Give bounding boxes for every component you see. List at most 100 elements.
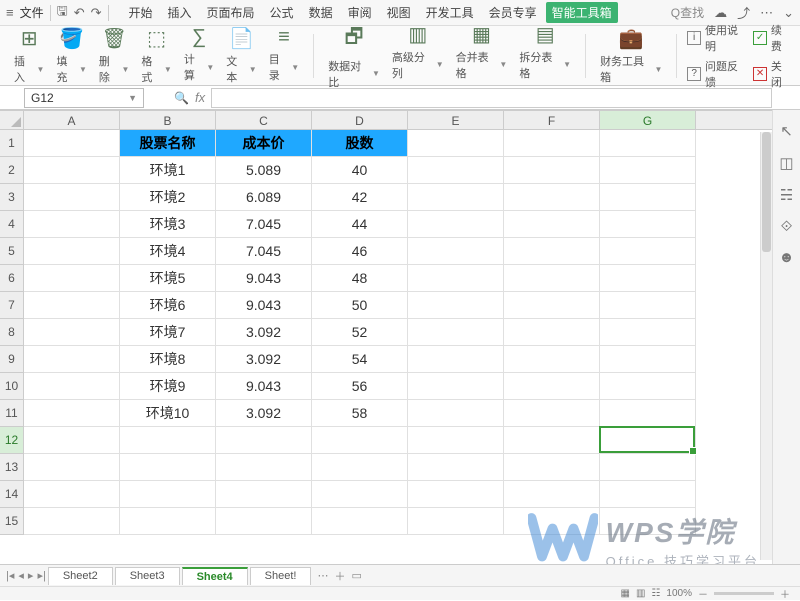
cell-D3[interactable]: 42 — [312, 184, 408, 211]
cell-A14[interactable] — [24, 481, 120, 508]
cell-E13[interactable] — [408, 454, 504, 481]
cell-F9[interactable] — [504, 346, 600, 373]
cell-B1[interactable]: 股票名称 — [120, 130, 216, 157]
cell-C15[interactable] — [216, 508, 312, 535]
cells-area[interactable]: 股票名称成本价股数环境15.08940环境26.08942环境37.04544环… — [24, 130, 772, 574]
sheet-tab-Sheet3[interactable]: Sheet3 — [115, 567, 180, 585]
cell-A1[interactable] — [24, 130, 120, 157]
cell-F15[interactable] — [504, 508, 600, 535]
cell-C3[interactable]: 6.089 — [216, 184, 312, 211]
cell-F13[interactable] — [504, 454, 600, 481]
close-link[interactable]: ✕关闭 — [753, 58, 792, 90]
row-header-15[interactable]: 15 — [0, 508, 23, 535]
vertical-scrollbar[interactable] — [760, 132, 772, 560]
redo-icon[interactable]: ↷ — [91, 5, 102, 21]
cell-F1[interactable] — [504, 130, 600, 157]
row-header-5[interactable]: 5 — [0, 238, 23, 265]
settings-icon[interactable]: ☵ — [780, 186, 793, 204]
row-header-10[interactable]: 10 — [0, 373, 23, 400]
row-header-6[interactable]: 6 — [0, 265, 23, 292]
cell-C12[interactable] — [216, 427, 312, 454]
cell-G12[interactable] — [600, 427, 696, 454]
ribbon-tab-1[interactable]: 插入 — [162, 2, 198, 23]
cell-E3[interactable] — [408, 184, 504, 211]
cursor-icon[interactable]: ↖ — [780, 122, 793, 140]
cell-B8[interactable]: 环境7 — [120, 319, 216, 346]
cell-G8[interactable] — [600, 319, 696, 346]
col-header-A[interactable]: A — [24, 111, 120, 129]
cell-G14[interactable] — [600, 481, 696, 508]
cell-A11[interactable] — [24, 400, 120, 427]
row-header-7[interactable]: 7 — [0, 292, 23, 319]
cell-C4[interactable]: 7.045 — [216, 211, 312, 238]
cell-G7[interactable] — [600, 292, 696, 319]
save-icon[interactable]: 🖫 — [57, 2, 68, 24]
ribbon-rib1-6[interactable]: ≡目录▼ — [263, 26, 305, 85]
col-header-C[interactable]: C — [216, 111, 312, 129]
ribbon-tab-5[interactable]: 审阅 — [342, 2, 378, 23]
cell-C10[interactable]: 9.043 — [216, 373, 312, 400]
cell-B12[interactable] — [120, 427, 216, 454]
cell-B9[interactable]: 环境8 — [120, 346, 216, 373]
ribbon-rib2-0[interactable]: 🗗数据对比▼ — [322, 22, 386, 90]
cell-C8[interactable]: 3.092 — [216, 319, 312, 346]
cell-G1[interactable] — [600, 130, 696, 157]
ribbon-rib1-3[interactable]: ⬚格式▼ — [135, 26, 177, 85]
cell-A3[interactable] — [24, 184, 120, 211]
cell-G10[interactable] — [600, 373, 696, 400]
cell-B13[interactable] — [120, 454, 216, 481]
ribbon-tab-2[interactable]: 页面布局 — [201, 2, 261, 23]
ribbon-rib1-1[interactable]: 🪣填充▼ — [50, 26, 92, 85]
view-normal-icon[interactable]: ▦ — [621, 588, 630, 599]
cell-G2[interactable] — [600, 157, 696, 184]
last-sheet-icon[interactable]: ▸| — [37, 569, 45, 582]
cell-B14[interactable] — [120, 481, 216, 508]
cell-E14[interactable] — [408, 481, 504, 508]
row-header-11[interactable]: 11 — [0, 400, 23, 427]
cell-E10[interactable] — [408, 373, 504, 400]
sheet-tab-Sheet2[interactable]: Sheet2 — [48, 567, 113, 585]
select-icon[interactable]: ◫ — [779, 154, 793, 172]
cell-G9[interactable] — [600, 346, 696, 373]
cell-C2[interactable]: 5.089 — [216, 157, 312, 184]
row-header-1[interactable]: 1 — [0, 130, 23, 157]
cell-F4[interactable] — [504, 211, 600, 238]
search-icon[interactable]: 🔍 — [174, 91, 189, 105]
robot-icon[interactable]: ☻ — [779, 249, 795, 266]
scrollbar-thumb[interactable] — [762, 132, 771, 252]
undo-icon[interactable]: ↶ — [74, 5, 85, 21]
cell-E7[interactable] — [408, 292, 504, 319]
cell-D8[interactable]: 52 — [312, 319, 408, 346]
sheet-tab-Sheet4[interactable]: Sheet4 — [182, 567, 248, 585]
cell-D7[interactable]: 50 — [312, 292, 408, 319]
cell-A6[interactable] — [24, 265, 120, 292]
row-header-8[interactable]: 8 — [0, 319, 23, 346]
ribbon-rib2-1[interactable]: ▥高级分列▼ — [386, 22, 450, 90]
ribbon-rib2-3[interactable]: ▤拆分表格▼ — [513, 22, 577, 90]
col-header-D[interactable]: D — [312, 111, 408, 129]
more-icon[interactable]: ⋯ — [760, 5, 773, 21]
cell-F11[interactable] — [504, 400, 600, 427]
ribbon-rib1-5[interactable]: 📄文本▼ — [220, 26, 262, 85]
cell-D5[interactable]: 46 — [312, 238, 408, 265]
cell-F7[interactable] — [504, 292, 600, 319]
cell-F2[interactable] — [504, 157, 600, 184]
cell-B15[interactable] — [120, 508, 216, 535]
cell-C6[interactable]: 9.043 — [216, 265, 312, 292]
sheet-list-icon[interactable]: ▭ — [351, 569, 361, 582]
cell-F10[interactable] — [504, 373, 600, 400]
cell-D4[interactable]: 44 — [312, 211, 408, 238]
ribbon-tab-7[interactable]: 开发工具 — [420, 2, 480, 23]
cell-C13[interactable] — [216, 454, 312, 481]
cell-C11[interactable]: 3.092 — [216, 400, 312, 427]
zoom-slider[interactable] — [714, 592, 774, 595]
cell-G15[interactable] — [600, 508, 696, 535]
cell-E12[interactable] — [408, 427, 504, 454]
cell-A4[interactable] — [24, 211, 120, 238]
cell-A12[interactable] — [24, 427, 120, 454]
cell-E8[interactable] — [408, 319, 504, 346]
cell-D6[interactable]: 48 — [312, 265, 408, 292]
ribbon-rib3-0[interactable]: 💼财务工具箱▼ — [594, 26, 668, 85]
cell-D14[interactable] — [312, 481, 408, 508]
cell-E1[interactable] — [408, 130, 504, 157]
